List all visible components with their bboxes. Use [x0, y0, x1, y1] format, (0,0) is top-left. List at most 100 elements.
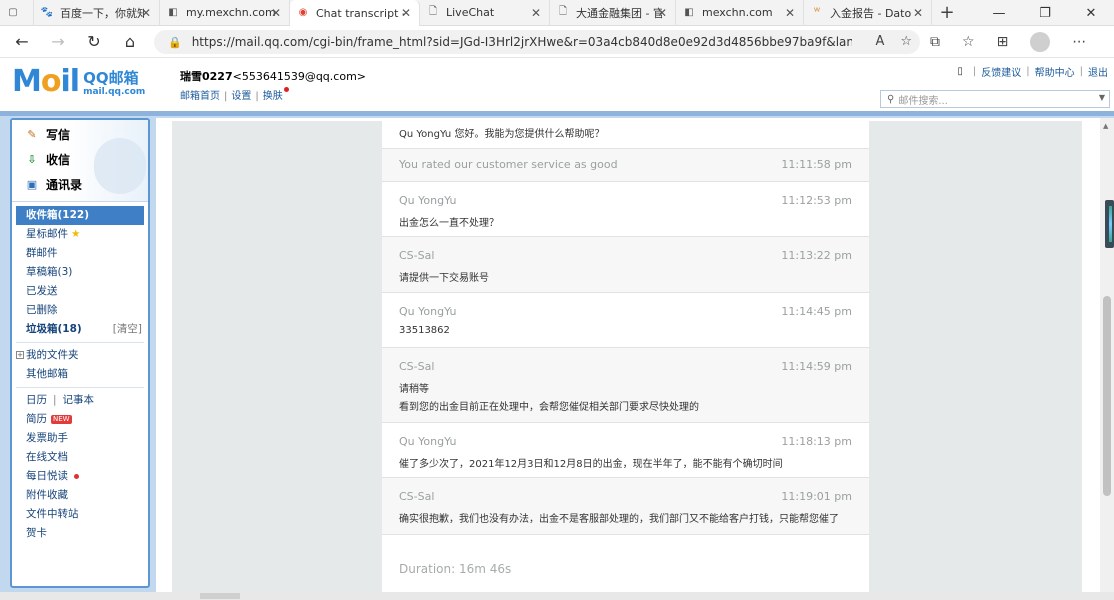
greeting-card-link[interactable]: 贺卡	[12, 524, 148, 543]
expand-icon[interactable]: +	[16, 351, 24, 359]
chat-transcript: Qu YongYu 您好。我能为您提供什么帮助呢？ You rated our …	[382, 118, 869, 592]
resume-link[interactable]: 简历 NEW	[12, 410, 148, 429]
url-field[interactable]: 🔒 https://mail.qq.com/cgi-bin/frame_html…	[154, 30, 920, 54]
transcript-message: Qu YongYu 11:12:53 pm 出金怎么一直不处理？	[382, 182, 869, 237]
mail-search-input[interactable]: ⚲ 邮件搜索... ▼	[880, 90, 1110, 108]
attachment-favorites-link[interactable]: 附件收藏	[12, 486, 148, 505]
phone-icon[interactable]: ▯	[957, 66, 963, 77]
side-panel-handle[interactable]	[1105, 200, 1114, 248]
tab-mexchn[interactable]: ◧ my.mexchn.com ✕	[160, 0, 290, 26]
report-icon: ᵂ	[813, 7, 821, 18]
close-icon[interactable]: ✕	[531, 6, 541, 20]
invoice-assistant-link[interactable]: 发票助手	[12, 429, 148, 448]
new-tab-button[interactable]: +	[932, 2, 962, 23]
tab-title: LiveChat	[446, 6, 495, 19]
scrollbar-thumb[interactable]	[200, 593, 240, 599]
close-icon[interactable]: ✕	[141, 6, 151, 20]
transcript-message: Qu YongYu 您好。我能为您提供什么帮助呢？	[382, 118, 869, 149]
mail-home-link[interactable]: 邮箱首页	[180, 91, 220, 102]
favorite-add-icon[interactable]: ☆	[900, 34, 912, 49]
message-text: 看到您的出金目前正在处理中，会帮您催促相关部门要求尽快处理的	[399, 402, 699, 413]
tab-chat-transcript[interactable]: ◉ Chat transcript - QQ邮箱 ✕	[290, 0, 420, 26]
lock-icon[interactable]: 🔒	[168, 36, 182, 49]
tab-title: Chat transcript - QQ邮箱	[316, 6, 404, 20]
forward-button[interactable]: →	[40, 26, 76, 58]
message-author: CS-Sal	[399, 360, 435, 373]
back-button[interactable]: ←	[4, 26, 40, 58]
extensions-icon[interactable]: ⧉	[930, 34, 940, 50]
collections-icon[interactable]: ⊞	[997, 34, 1009, 50]
folder-group-mail[interactable]: 群邮件	[12, 244, 148, 263]
scrollbar-thumb[interactable]	[1103, 296, 1111, 496]
daily-reading-label: 每日悦读	[26, 470, 68, 482]
daily-reading-link[interactable]: 每日悦读	[12, 467, 148, 486]
search-icon: ⚲	[887, 93, 895, 105]
horizontal-scrollbar[interactable]	[0, 592, 1114, 600]
restore-icon[interactable]: ❐	[1022, 0, 1068, 26]
more-icon[interactable]: ⋯	[1072, 34, 1086, 50]
close-icon[interactable]: ✕	[657, 6, 667, 20]
other-mailbox[interactable]: 其他邮箱	[12, 365, 148, 384]
top-links: ▯ | 反馈建议 | 帮助中心 | 退出	[957, 64, 1108, 79]
tab-baidu[interactable]: 🐾 百度一下，你就知道 ✕	[34, 0, 160, 26]
close-icon[interactable]: ✕	[913, 6, 923, 20]
mail-sidebar: ✎ 写信 ⇩ 收信 ▣ 通讯录 收件箱(122) 星标邮件 ★ 群邮件 草稿箱(3) 已…	[10, 118, 150, 588]
tab-actions[interactable]: ▢	[0, 0, 34, 26]
baidu-icon: 🐾	[40, 7, 54, 18]
read-aloud-icon[interactable]: A	[875, 34, 884, 49]
close-window-icon[interactable]: ✕	[1068, 0, 1114, 26]
mail-content: Qu YongYu 您好。我能为您提供什么帮助呢？ You rated our …	[156, 118, 1100, 592]
transcript-message: CS-Sal 11:19:01 pm 确实很抱歉，我们也没有办法，出金不是客服部…	[382, 478, 869, 535]
star-icon: ★	[71, 228, 81, 240]
folder-sent[interactable]: 已发送	[12, 282, 148, 301]
home-button[interactable]: ⌂	[112, 26, 148, 58]
my-folders[interactable]: + 我的文件夹	[12, 346, 148, 365]
folder-inbox[interactable]: 收件箱(122)	[16, 206, 144, 225]
transcript-message: CS-Sal 11:13:22 pm 请提供一下交易账号	[382, 237, 869, 293]
compose-button[interactable]: ✎ 写信	[24, 126, 70, 143]
help-link[interactable]: 帮助中心	[1035, 64, 1075, 79]
online-docs-link[interactable]: 在线文档	[12, 448, 148, 467]
message-time: 11:12:53 pm	[781, 194, 852, 207]
message-author: Qu YongYu	[399, 435, 457, 448]
folder-spam[interactable]: 垃圾箱(18) [清空]	[12, 320, 148, 339]
chat-duration: Duration: 16m 46s	[399, 562, 512, 576]
folder-drafts[interactable]: 草稿箱(3)	[12, 263, 148, 282]
close-icon[interactable]: ✕	[401, 6, 411, 20]
settings-link[interactable]: 设置	[231, 91, 251, 102]
mail-header: Moil QQ邮箱 mail.qq.com 瑞雪0227<553641539@q…	[0, 58, 1114, 114]
folder-spam-label: 垃圾箱(18)	[26, 323, 82, 335]
folder-list: 收件箱(122) 星标邮件 ★ 群邮件 草稿箱(3) 已发送 已删除 垃圾箱(18…	[12, 202, 148, 543]
vertical-scrollbar[interactable]: ▲	[1100, 118, 1114, 592]
folder-deleted[interactable]: 已删除	[12, 301, 148, 320]
contacts-button[interactable]: ▣ 通讯录	[24, 176, 82, 193]
close-icon[interactable]: ✕	[271, 6, 281, 20]
qqmail-logo[interactable]: Moil QQ邮箱 mail.qq.com	[12, 66, 145, 98]
tab-mexchn-2[interactable]: ◧ mexchn.com ✕	[676, 0, 804, 26]
message-time: 11:14:45 pm	[781, 305, 852, 318]
skin-link[interactable]: 换肤	[263, 91, 283, 102]
tab-datong[interactable]: 🗋 大通金融集团 - 官方网站 ✕	[550, 0, 676, 26]
refresh-button[interactable]: ↻	[76, 26, 112, 58]
calendar-link[interactable]: 日历	[26, 394, 47, 406]
empty-spam-link[interactable]: [清空]	[113, 320, 142, 339]
folder-starred[interactable]: 星标邮件 ★	[12, 225, 148, 244]
notification-dot	[74, 473, 79, 479]
minimize-icon[interactable]: —	[976, 0, 1022, 26]
message-text: 出金怎么一直不处理？	[399, 218, 499, 229]
scroll-up-icon[interactable]: ▲	[1103, 122, 1108, 130]
favorites-icon[interactable]: ☆	[962, 34, 975, 50]
notes-link[interactable]: 记事本	[63, 394, 95, 406]
tab-report[interactable]: ᵂ 入金报告 - Datong ✕	[804, 0, 932, 26]
profile-avatar[interactable]	[1030, 32, 1051, 52]
contacts-label: 通讯录	[46, 178, 83, 192]
receive-button[interactable]: ⇩ 收信	[24, 151, 70, 168]
close-icon[interactable]: ✕	[785, 6, 795, 20]
compose-label: 写信	[46, 128, 71, 142]
logout-link[interactable]: 退出	[1088, 64, 1108, 79]
feedback-link[interactable]: 反馈建议	[981, 64, 1021, 79]
file-transfer-link[interactable]: 文件中转站	[12, 505, 148, 524]
tab-livechat[interactable]: 🗋 LiveChat ✕	[420, 0, 550, 26]
tab-actions-icon: ▢	[8, 7, 18, 18]
chevron-down-icon[interactable]: ▼	[1099, 93, 1105, 102]
